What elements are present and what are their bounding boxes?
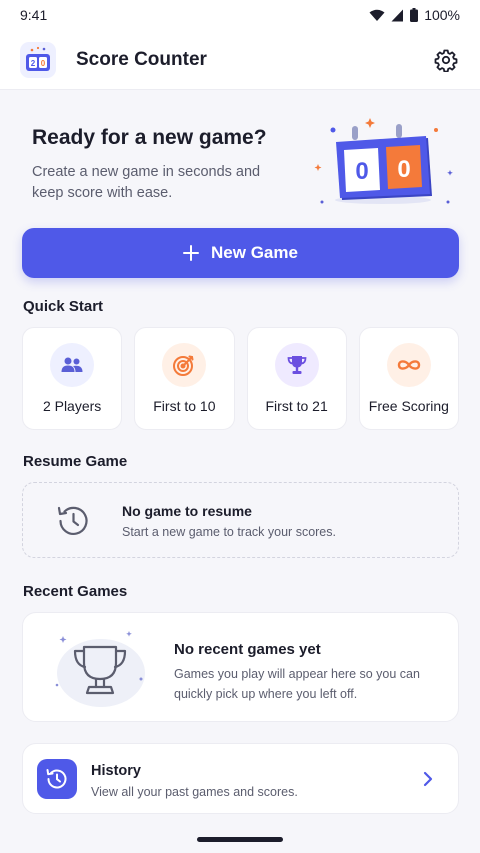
quick-start-2-players[interactable]: 2 Players — [22, 327, 123, 430]
resume-empty-title: No game to resume — [122, 503, 252, 519]
app-header: 2 0 Score Counter — [0, 30, 480, 90]
gear-icon — [434, 49, 458, 72]
gesture-navigation-bar[interactable] — [197, 837, 283, 842]
users-icon — [50, 343, 95, 387]
history-icon — [57, 506, 88, 535]
resume-empty-subtitle: Start a new game to track your scores. — [122, 525, 336, 539]
infinity-icon — [386, 343, 431, 387]
new-game-label: New Game — [211, 243, 298, 262]
history-icon — [37, 759, 77, 799]
logo-digit-right: 0 — [41, 59, 46, 68]
chevron-right-icon — [423, 771, 433, 787]
battery-level: 100% — [424, 7, 460, 23]
resume-empty-state: No game to resume Start a new game to tr… — [22, 482, 459, 558]
trophy-illustration — [55, 631, 145, 707]
quick-start-label: Free Scoring — [368, 398, 449, 414]
history-subtitle: View all your past games and scores. — [91, 785, 298, 799]
quick-start-free-scoring[interactable]: Free Scoring — [358, 327, 459, 430]
battery-icon — [410, 8, 419, 22]
quick-start-title: Quick Start — [23, 298, 104, 315]
logo-digit-left: 2 — [31, 59, 36, 68]
settings-button[interactable] — [432, 46, 460, 74]
quick-start-first-to-10[interactable]: First to 10 — [134, 327, 235, 430]
hero-score-right: 0 — [397, 156, 410, 183]
recent-games-empty-state: No recent games yet Games you play will … — [22, 612, 459, 722]
hero-subtitle: Create a new game in seconds and keep sc… — [32, 164, 261, 201]
app-title: Score Counter — [76, 48, 207, 70]
trophy-icon — [274, 343, 319, 387]
status-icons: 100% — [369, 7, 460, 23]
quick-start-label: 2 Players — [42, 398, 102, 414]
quick-start-first-to-21[interactable]: First to 21 — [246, 327, 347, 430]
quick-start-row: 2 Players First to 10 First to 21 Free S… — [22, 327, 459, 430]
target-icon — [162, 343, 207, 387]
wifi-icon — [369, 9, 385, 21]
history-button[interactable]: History View all your past games and sco… — [22, 743, 459, 814]
plus-icon — [183, 245, 200, 261]
new-game-button[interactable]: New Game — [22, 228, 459, 278]
status-bar: 9:41 100% — [0, 0, 480, 30]
hero-section: Ready for a new game? Create a new game … — [0, 90, 480, 220]
quick-start-label: First to 10 — [153, 398, 216, 414]
recent-empty-subtitle: Games you play will appear here so you c… — [174, 667, 420, 701]
recent-games-title: Recent Games — [23, 583, 128, 600]
hero-title: Ready for a new game? — [32, 126, 267, 149]
scoreboard-illustration: 0 0 — [314, 118, 453, 204]
resume-game-title: Resume Game — [23, 453, 128, 470]
status-time: 9:41 — [20, 7, 48, 23]
signal-icon — [391, 9, 404, 21]
app-logo-icon: 2 0 — [20, 41, 56, 78]
history-title: History — [91, 763, 141, 779]
hero-score-left: 0 — [355, 158, 368, 185]
quick-start-label: First to 21 — [265, 398, 328, 414]
recent-empty-title: No recent games yet — [174, 641, 321, 658]
